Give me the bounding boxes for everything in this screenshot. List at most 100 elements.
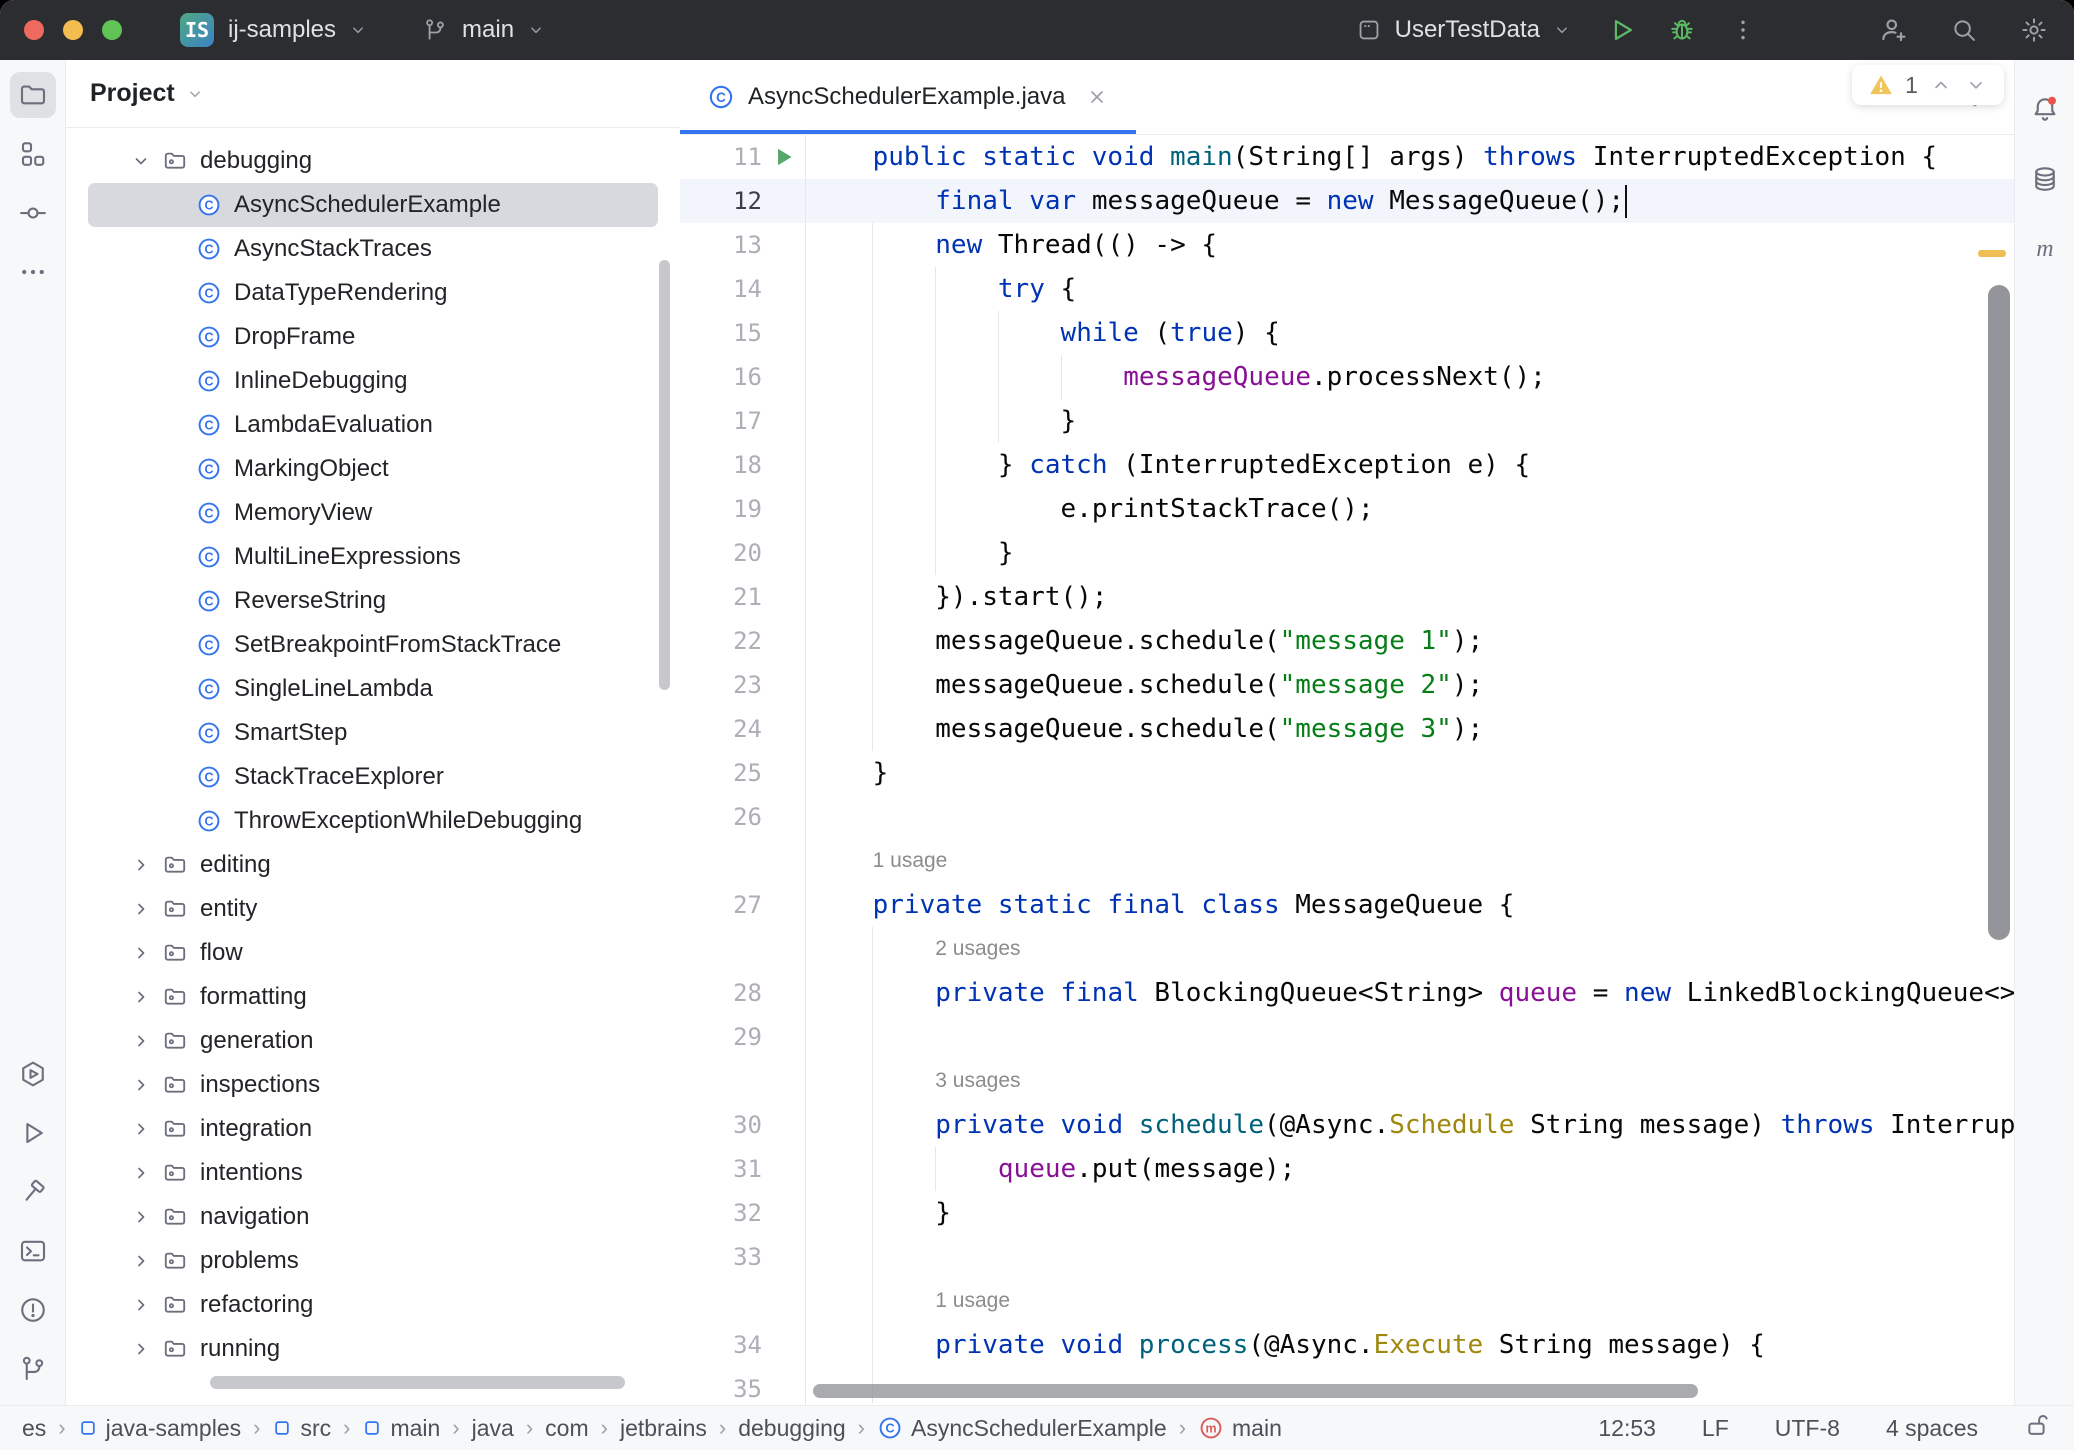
- breadcrumb-item-asyncschedulerexample[interactable]: C AsyncSchedulerExample: [877, 1415, 1167, 1442]
- inspection-widget[interactable]: 1: [1852, 65, 2004, 105]
- breadcrumb-item-main[interactable]: m main: [1198, 1415, 1282, 1442]
- next-problem-button[interactable]: [1964, 73, 1988, 97]
- code-with-me-button[interactable]: [1878, 15, 1908, 45]
- tree-item-setbreakpointfromstacktrace[interactable]: C SetBreakpointFromStackTrace: [88, 623, 658, 667]
- tree-item-formatting[interactable]: formatting: [88, 975, 658, 1019]
- code-line-33[interactable]: 33: [680, 1235, 2014, 1279]
- chevron-down-icon[interactable]: [1552, 20, 1572, 40]
- code-line-21[interactable]: 21 }).start();: [680, 575, 2014, 619]
- editor-horizontal-scrollbar[interactable]: [813, 1384, 1698, 1398]
- breadcrumb-item-com[interactable]: com: [545, 1415, 588, 1442]
- breadcrumb-item-es[interactable]: es: [22, 1415, 46, 1442]
- editor-tab[interactable]: C AsyncSchedulerExample.java: [680, 60, 1136, 134]
- tree-item-stacktraceexplorer[interactable]: C StackTraceExplorer: [88, 755, 658, 799]
- breadcrumb-item-debugging[interactable]: debugging: [738, 1415, 845, 1442]
- code-line-14[interactable]: 14 try {: [680, 267, 2014, 311]
- prev-problem-button[interactable]: [1929, 73, 1953, 97]
- usages-inlay-hint[interactable]: 2 usages: [935, 937, 1020, 961]
- usages-inlay-hint[interactable]: 1 usage: [873, 849, 948, 873]
- tree-item-integration[interactable]: integration: [88, 1107, 658, 1151]
- code-line-16[interactable]: 16 messageQueue.processNext();: [680, 355, 2014, 399]
- code-line-30[interactable]: 30 private void schedule(@Async.Schedule…: [680, 1103, 2014, 1147]
- terminal-tool-button[interactable]: [10, 1228, 56, 1274]
- chev-right-icon[interactable]: [129, 1161, 153, 1185]
- search-everywhere-button[interactable]: [1950, 16, 1978, 44]
- breadcrumb-item-java-samples[interactable]: java-samples: [78, 1415, 241, 1442]
- code-line-31[interactable]: 31 queue.put(message);: [680, 1147, 2014, 1191]
- code-line-12[interactable]: 12 final var messageQueue = new MessageQ…: [680, 179, 2014, 223]
- git-tool-button[interactable]: [10, 1346, 56, 1392]
- breadcrumb-item-src[interactable]: src: [272, 1415, 331, 1442]
- maximize-window-button[interactable]: [102, 20, 122, 40]
- tree-item-entity[interactable]: entity: [88, 887, 658, 931]
- minimize-window-button[interactable]: [63, 20, 83, 40]
- vcs-widget[interactable]: main: [422, 16, 546, 44]
- debug-button[interactable]: [1668, 16, 1696, 44]
- tree-item-flow[interactable]: flow: [88, 931, 658, 975]
- chev-right-icon[interactable]: [129, 853, 153, 877]
- tree-item-singlelinelambda[interactable]: C SingleLineLambda: [88, 667, 658, 711]
- tree-item-running[interactable]: running: [88, 1327, 658, 1371]
- chev-down-icon[interactable]: [129, 149, 153, 173]
- tree-item-intentions[interactable]: intentions: [88, 1151, 658, 1195]
- tree-item-debugging[interactable]: debugging: [88, 139, 658, 183]
- build-tool-button[interactable]: [10, 1169, 56, 1215]
- maven-tool-button[interactable]: m: [2022, 226, 2068, 272]
- run-config-name[interactable]: UserTestData: [1395, 16, 1540, 44]
- usages-inlay-hint[interactable]: 1 usage: [935, 1289, 1010, 1313]
- code-line-24[interactable]: 24 messageQueue.schedule("message 3");: [680, 707, 2014, 751]
- warning-stripe-mark[interactable]: [1978, 250, 2006, 257]
- run-button[interactable]: [1608, 16, 1636, 44]
- code-line-27[interactable]: 27 private static final class MessageQue…: [680, 883, 2014, 927]
- chev-right-icon[interactable]: [129, 897, 153, 921]
- code-line-20[interactable]: 20 }: [680, 531, 2014, 575]
- chev-right-icon[interactable]: [129, 1117, 153, 1141]
- structure-tool-button[interactable]: [10, 131, 56, 177]
- gutter-icon-slot[interactable]: [762, 144, 806, 170]
- editor-vertical-scrollbar[interactable]: [1988, 285, 2010, 940]
- code-line-22[interactable]: 22 messageQueue.schedule("message 1");: [680, 619, 2014, 663]
- usages-inlay-hint[interactable]: 3 usages: [935, 1069, 1020, 1093]
- run-tool-button[interactable]: [10, 1110, 56, 1156]
- chev-right-icon[interactable]: [129, 941, 153, 965]
- code-line-17[interactable]: 17 }: [680, 399, 2014, 443]
- tree-item-smartstep[interactable]: C SmartStep: [88, 711, 658, 755]
- code-line-25[interactable]: 25 }: [680, 751, 2014, 795]
- indent-style[interactable]: 4 spaces: [1886, 1415, 1978, 1442]
- breadcrumb-item-main[interactable]: main: [362, 1415, 440, 1442]
- tree-item-inspections[interactable]: inspections: [88, 1063, 658, 1107]
- tree-item-datatyperendering[interactable]: C DataTypeRendering: [88, 271, 658, 315]
- tree-item-throwexceptionwhiledebugging[interactable]: C ThrowExceptionWhileDebugging: [88, 799, 658, 843]
- chevron-down-icon[interactable]: [348, 20, 368, 40]
- chev-right-icon[interactable]: [129, 1249, 153, 1273]
- code-line-29[interactable]: 29: [680, 1015, 2014, 1059]
- breadcrumb-item-jetbrains[interactable]: jetbrains: [620, 1415, 707, 1442]
- tree-item-multilineexpressions[interactable]: C MultiLineExpressions: [88, 535, 658, 579]
- code-line-28[interactable]: 28 private final BlockingQueue<String> q…: [680, 971, 2014, 1015]
- tree-item-inlinedebugging[interactable]: C InlineDebugging: [88, 359, 658, 403]
- clock-position[interactable]: 12:53: [1598, 1415, 1656, 1442]
- tree-item-editing[interactable]: editing: [88, 843, 658, 887]
- problems-tool-button[interactable]: [10, 1287, 56, 1333]
- tree-horizontal-scrollbar[interactable]: [210, 1376, 625, 1389]
- code-line-34[interactable]: 34 private void process(@Async.Execute S…: [680, 1323, 2014, 1367]
- code-line-11[interactable]: 11 public static void main(String[] args…: [680, 135, 2014, 179]
- project-tool-button[interactable]: [9, 72, 56, 118]
- line-separator[interactable]: LF: [1702, 1415, 1729, 1442]
- project-name[interactable]: ij-samples: [228, 16, 336, 44]
- settings-button[interactable]: [2020, 16, 2048, 44]
- database-tool-button[interactable]: [2022, 156, 2068, 202]
- code-line-23[interactable]: 23 messageQueue.schedule("message 2");: [680, 663, 2014, 707]
- tree-item-navigation[interactable]: navigation: [88, 1195, 658, 1239]
- encoding[interactable]: UTF-8: [1775, 1415, 1840, 1442]
- code-line-32[interactable]: 32 }: [680, 1191, 2014, 1235]
- more-tools-tool-button[interactable]: [10, 249, 56, 295]
- tree-item-lambdaevaluation[interactable]: C LambdaEvaluation: [88, 403, 658, 447]
- code-line-19[interactable]: 19 e.printStackTrace();: [680, 487, 2014, 531]
- close-icon[interactable]: [1085, 85, 1109, 109]
- tree-vertical-scrollbar[interactable]: [659, 260, 670, 690]
- code-line-18[interactable]: 18 } catch (InterruptedException e) {: [680, 443, 2014, 487]
- chev-right-icon[interactable]: [129, 1205, 153, 1229]
- breadcrumb-item-java[interactable]: java: [472, 1415, 514, 1442]
- tree-item-memoryview[interactable]: C MemoryView: [88, 491, 658, 535]
